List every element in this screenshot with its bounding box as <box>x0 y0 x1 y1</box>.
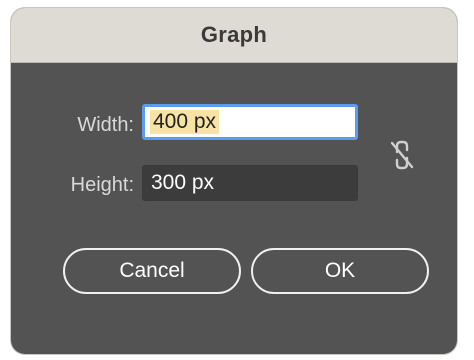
cancel-button[interactable]: Cancel <box>63 248 241 294</box>
height-field[interactable]: 300 px <box>142 165 358 201</box>
dialog-titlebar: Graph <box>11 8 457 63</box>
graph-dialog: Graph Width: 400 px Height: 300 px Cance… <box>11 8 457 354</box>
width-label: Width: <box>77 114 134 136</box>
unlinked-chain-icon[interactable] <box>388 138 416 172</box>
ok-button-label: OK <box>324 259 356 282</box>
dialog-title: Graph <box>200 22 268 47</box>
ok-button[interactable]: OK <box>251 248 429 294</box>
width-value: 400 px <box>150 110 220 134</box>
width-field[interactable]: 400 px <box>142 104 358 140</box>
cancel-button-label: Cancel <box>119 259 185 282</box>
height-value: 300 px <box>151 171 215 194</box>
height-label: Height: <box>70 174 134 196</box>
